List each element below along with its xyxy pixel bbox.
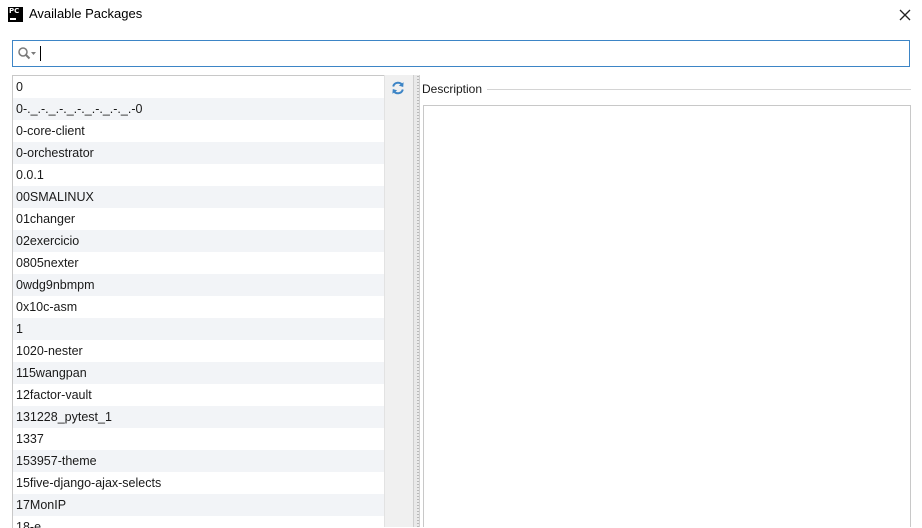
package-list[interactable]: 0 0-._.-._.-._.-._.-._.-._.-0 0-core-clien…: [12, 75, 384, 528]
search-icon[interactable]: [17, 46, 37, 61]
app-icon-label: PC: [9, 7, 20, 15]
description-panel: [423, 105, 911, 527]
title-bar: PC Available Packages: [0, 0, 922, 30]
refresh-icon[interactable]: [390, 80, 406, 96]
package-list-item[interactable]: 0.0.1: [13, 164, 384, 186]
package-list-item[interactable]: 17MonIP: [13, 494, 384, 516]
text-caret: [40, 46, 41, 61]
description-label: Description: [422, 82, 483, 96]
package-list-item[interactable]: 0x10c-asm: [13, 296, 384, 318]
package-list-item[interactable]: 1: [13, 318, 384, 340]
package-list-item[interactable]: 131228_pytest_1: [13, 406, 384, 428]
package-list-item[interactable]: 12factor-vault: [13, 384, 384, 406]
package-list-item[interactable]: 0-core-client: [13, 120, 384, 142]
package-list-item[interactable]: 0: [13, 76, 384, 98]
list-toolbar: [384, 75, 413, 527]
package-list-item[interactable]: 15five-django-ajax-selects: [13, 472, 384, 494]
package-list-item[interactable]: 0805nexter: [13, 252, 384, 274]
window-title: Available Packages: [29, 6, 143, 21]
pane-splitter[interactable]: [413, 75, 420, 527]
package-list-item[interactable]: 1020-nester: [13, 340, 384, 362]
package-list-item[interactable]: 1337: [13, 428, 384, 450]
search-input[interactable]: [12, 40, 910, 67]
package-list-item[interactable]: 00SMALINUX: [13, 186, 384, 208]
package-list-item[interactable]: 18-e: [13, 516, 384, 528]
close-icon: [899, 9, 911, 21]
pycharm-icon: PC: [8, 7, 23, 22]
package-list-item[interactable]: 115wangpan: [13, 362, 384, 384]
package-list-item[interactable]: 0-orchestrator: [13, 142, 384, 164]
package-list-item[interactable]: 01changer: [13, 208, 384, 230]
close-button[interactable]: [894, 4, 916, 26]
package-list-item[interactable]: 02exercicio: [13, 230, 384, 252]
package-list-item[interactable]: 0wdg9nbmpm: [13, 274, 384, 296]
description-divider: [487, 89, 911, 90]
package-list-item[interactable]: 153957-theme: [13, 450, 384, 472]
package-list-item[interactable]: 0-._.-._.-._.-._.-._.-._.-0: [13, 98, 384, 120]
